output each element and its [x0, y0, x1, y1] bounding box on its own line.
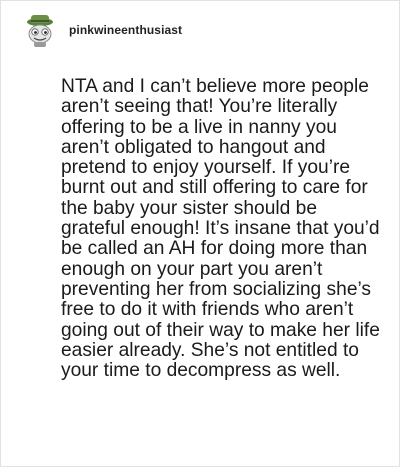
post-header: pinkwineenthusiast	[21, 11, 182, 49]
username[interactable]: pinkwineenthusiast	[69, 23, 182, 37]
frog-with-hat-avatar-icon	[21, 11, 59, 49]
post-body-text: NTA and I can’t believe more people aren…	[61, 76, 380, 382]
avatar[interactable]	[21, 11, 59, 49]
post-card: pinkwineenthusiast NTA and I can’t belie…	[0, 0, 400, 467]
